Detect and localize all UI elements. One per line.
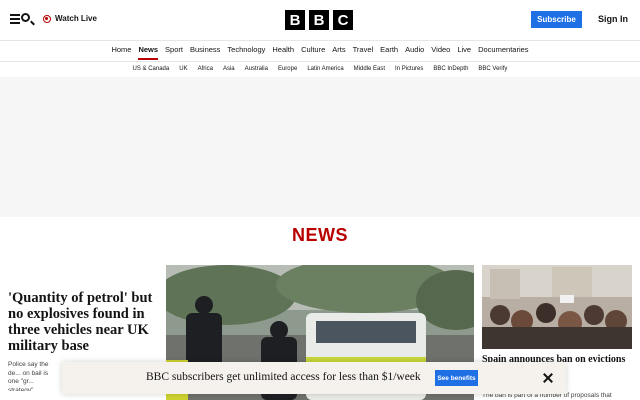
subnav-item-middle-east[interactable]: Middle East (354, 66, 385, 72)
subnav-item-uk[interactable]: UK (179, 66, 187, 72)
subnav-item-asia[interactable]: Asia (223, 66, 235, 72)
watch-live-label: Watch Live (55, 14, 97, 23)
crowd-protest-photo (482, 265, 632, 349)
nav-item-video[interactable]: Video (431, 45, 450, 60)
banner-text: BBC subscribers get unlimited access for… (146, 371, 421, 383)
nav-item-culture[interactable]: Culture (301, 45, 325, 60)
lead-story-summary: Police say the de... on bail is one "gr.… (8, 361, 49, 391)
bbc-logo[interactable]: B B C (285, 10, 353, 30)
subnav-item-in-pictures[interactable]: In Pictures (395, 66, 423, 72)
section-title: NEWS (292, 225, 348, 245)
watch-live-link[interactable]: Watch Live (43, 14, 97, 23)
divider (0, 61, 640, 62)
logo-letter: B (285, 10, 305, 30)
logo-letter: B (309, 10, 329, 30)
live-icon (43, 14, 51, 23)
nav-item-home[interactable]: Home (111, 45, 131, 60)
see-benefits-button[interactable]: See benefits (435, 370, 478, 386)
nav-item-earth[interactable]: Earth (380, 45, 398, 60)
advert-placeholder (0, 77, 640, 217)
subnav-item-australia[interactable]: Australia (245, 66, 268, 72)
nav-item-audio[interactable]: Audio (405, 45, 424, 60)
nav-item-technology[interactable]: Technology (227, 45, 265, 60)
menu-search-icon[interactable] (10, 12, 32, 26)
nav-item-arts[interactable]: Arts (332, 45, 345, 60)
nav-item-sport[interactable]: Sport (165, 45, 183, 60)
lead-story-headline[interactable]: 'Quantity of petrol' but no explosives f… (8, 290, 160, 354)
top-bar: Watch Live B B C Subscribe Sign In (0, 0, 640, 40)
close-icon[interactable] (542, 372, 554, 384)
sign-in-link[interactable]: Sign In (598, 14, 628, 24)
primary-nav: Home News Sport Business Technology Heal… (0, 45, 640, 60)
subscribe-button[interactable]: Subscribe (531, 11, 582, 28)
secondary-nav: US & Canada UK Africa Asia Australia Eur… (0, 66, 640, 72)
subnav-item-latin-america[interactable]: Latin America (307, 66, 343, 72)
logo-letter: C (333, 10, 353, 30)
nav-item-live[interactable]: Live (457, 45, 471, 60)
subnav-item-bbc-verify[interactable]: BBC Verify (478, 66, 507, 72)
subnav-item-africa[interactable]: Africa (198, 66, 213, 72)
subscription-banner: BBC subscribers get unlimited access for… (62, 362, 566, 394)
divider (0, 40, 640, 41)
subnav-item-us-canada[interactable]: US & Canada (133, 66, 170, 72)
nav-item-travel[interactable]: Travel (353, 45, 374, 60)
nav-item-business[interactable]: Business (190, 45, 220, 60)
subnav-item-europe[interactable]: Europe (278, 66, 297, 72)
subnav-item-bbc-indepth[interactable]: BBC InDepth (433, 66, 468, 72)
nav-item-documentaries[interactable]: Documentaries (478, 45, 528, 60)
right-story-image[interactable] (482, 265, 632, 349)
nav-item-news[interactable]: News (138, 45, 159, 60)
nav-item-health[interactable]: Health (272, 45, 294, 60)
